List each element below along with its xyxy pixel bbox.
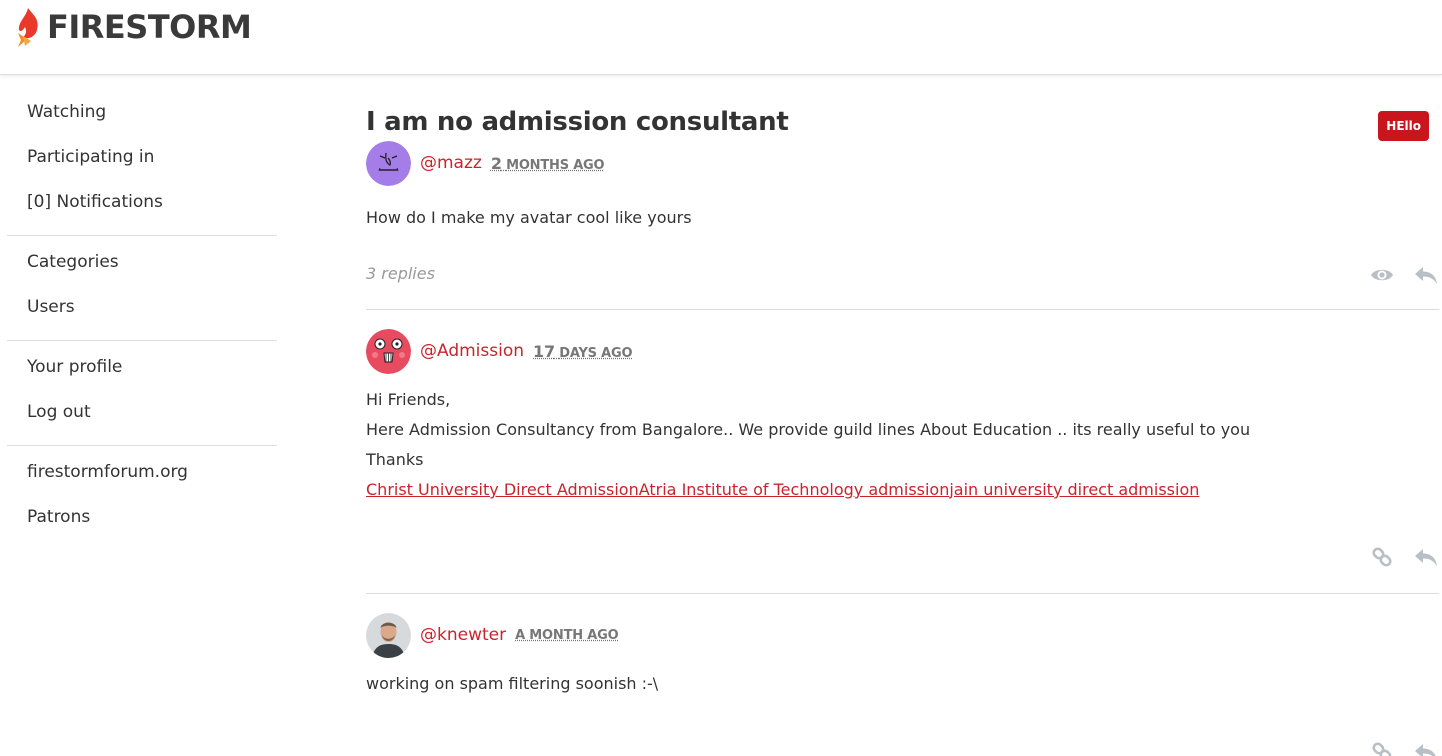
post-header: @Admission 17 DAYS AGO xyxy=(366,328,1439,374)
link-icon[interactable] xyxy=(1369,741,1395,756)
sidebar-item-patrons[interactable]: Patrons xyxy=(7,495,277,540)
sidebar-item-logout[interactable]: Log out xyxy=(7,390,277,435)
post-header: @mazz 2 MONTHS AGO xyxy=(366,140,1439,186)
post-actions xyxy=(1369,741,1439,756)
post-line: Thanks xyxy=(366,445,1439,475)
link-icon[interactable] xyxy=(1369,546,1395,568)
username-link[interactable]: @knewter xyxy=(420,625,506,645)
post-item: @knewter A MONTH AGO working on spam fil… xyxy=(366,612,1439,756)
post-body: Hi Friends, Here Admission Consultancy f… xyxy=(366,385,1439,505)
post-item: @Admission 17 DAYS AGO Hi Friends, Here … xyxy=(366,328,1439,594)
username-link[interactable]: @Admission xyxy=(420,341,524,361)
spam-link[interactable]: Christ University Direct Admission xyxy=(366,480,639,499)
timestamp-number: 2 xyxy=(491,154,502,173)
firestorm-logo[interactable]: FIRESTORM xyxy=(14,6,251,48)
reply-count[interactable]: 3 replies xyxy=(366,264,435,283)
post-line: working on spam filtering soonish :-\ xyxy=(366,669,1439,699)
timestamp-unit: DAYS AGO xyxy=(559,346,632,361)
top-header: FIRESTORM xyxy=(0,0,1442,75)
post-body: How do I make my avatar cool like yours xyxy=(366,203,1439,233)
post-timestamp: 2 MONTHS AGO xyxy=(491,154,605,173)
timestamp-unit: MONTHS AGO xyxy=(506,158,604,173)
post-header: @knewter A MONTH AGO xyxy=(366,612,1439,658)
brand-name: FIRESTORM xyxy=(47,8,251,46)
avatar[interactable] xyxy=(366,141,411,186)
nav-group-browse: Categories Users xyxy=(7,236,277,341)
sidebar-item-watching[interactable]: Watching xyxy=(7,90,277,135)
spam-link[interactable]: Atria Institute of Technology admission xyxy=(639,480,950,499)
sidebar-item-users[interactable]: Users xyxy=(7,285,277,330)
post-actions xyxy=(1369,264,1439,286)
thread-view: HEllo I am no admission consultant @mazz… xyxy=(366,106,1439,756)
flame-icon xyxy=(14,6,44,48)
sidebar-item-notifications[interactable]: [0] Notifications xyxy=(7,180,277,225)
avatar[interactable] xyxy=(366,329,411,374)
timestamp-unit: A MONTH AGO xyxy=(515,628,618,643)
post-timestamp: A MONTH AGO xyxy=(515,628,618,643)
sidebar-nav: Watching Participating in [0] Notificati… xyxy=(7,86,277,550)
thread-title: I am no admission consultant xyxy=(366,106,1439,138)
reply-icon[interactable] xyxy=(1413,741,1439,756)
sidebar-item-participating[interactable]: Participating in xyxy=(7,135,277,180)
post-timestamp: 17 DAYS AGO xyxy=(533,342,632,361)
post-line: Here Admission Consultancy from Bangalor… xyxy=(366,415,1439,445)
nav-group-account: Your profile Log out xyxy=(7,341,277,446)
nav-group-external: firestormforum.org Patrons xyxy=(7,446,277,550)
thread-op: I am no admission consultant @mazz 2 MON… xyxy=(366,106,1439,310)
reply-icon[interactable] xyxy=(1413,264,1439,286)
spam-link[interactable]: jain university direct admission xyxy=(949,480,1199,499)
post-body: working on spam filtering soonish :-\ xyxy=(366,669,1439,699)
post-line: Hi Friends, xyxy=(366,385,1439,415)
timestamp-number: 17 xyxy=(533,342,555,361)
username-link[interactable]: @mazz xyxy=(420,153,482,173)
eye-icon[interactable] xyxy=(1369,264,1395,286)
avatar[interactable] xyxy=(366,613,411,658)
post-actions xyxy=(1369,546,1439,568)
post-text: How do I make my avatar cool like yours xyxy=(366,203,1439,233)
sidebar-item-profile[interactable]: Your profile xyxy=(7,345,277,390)
post-links: Christ University Direct AdmissionAtria … xyxy=(366,475,1439,505)
sidebar-item-categories[interactable]: Categories xyxy=(7,240,277,285)
sidebar-item-website[interactable]: firestormforum.org xyxy=(7,450,277,495)
nav-group-activity: Watching Participating in [0] Notificati… xyxy=(7,86,277,236)
reply-icon[interactable] xyxy=(1413,546,1439,568)
